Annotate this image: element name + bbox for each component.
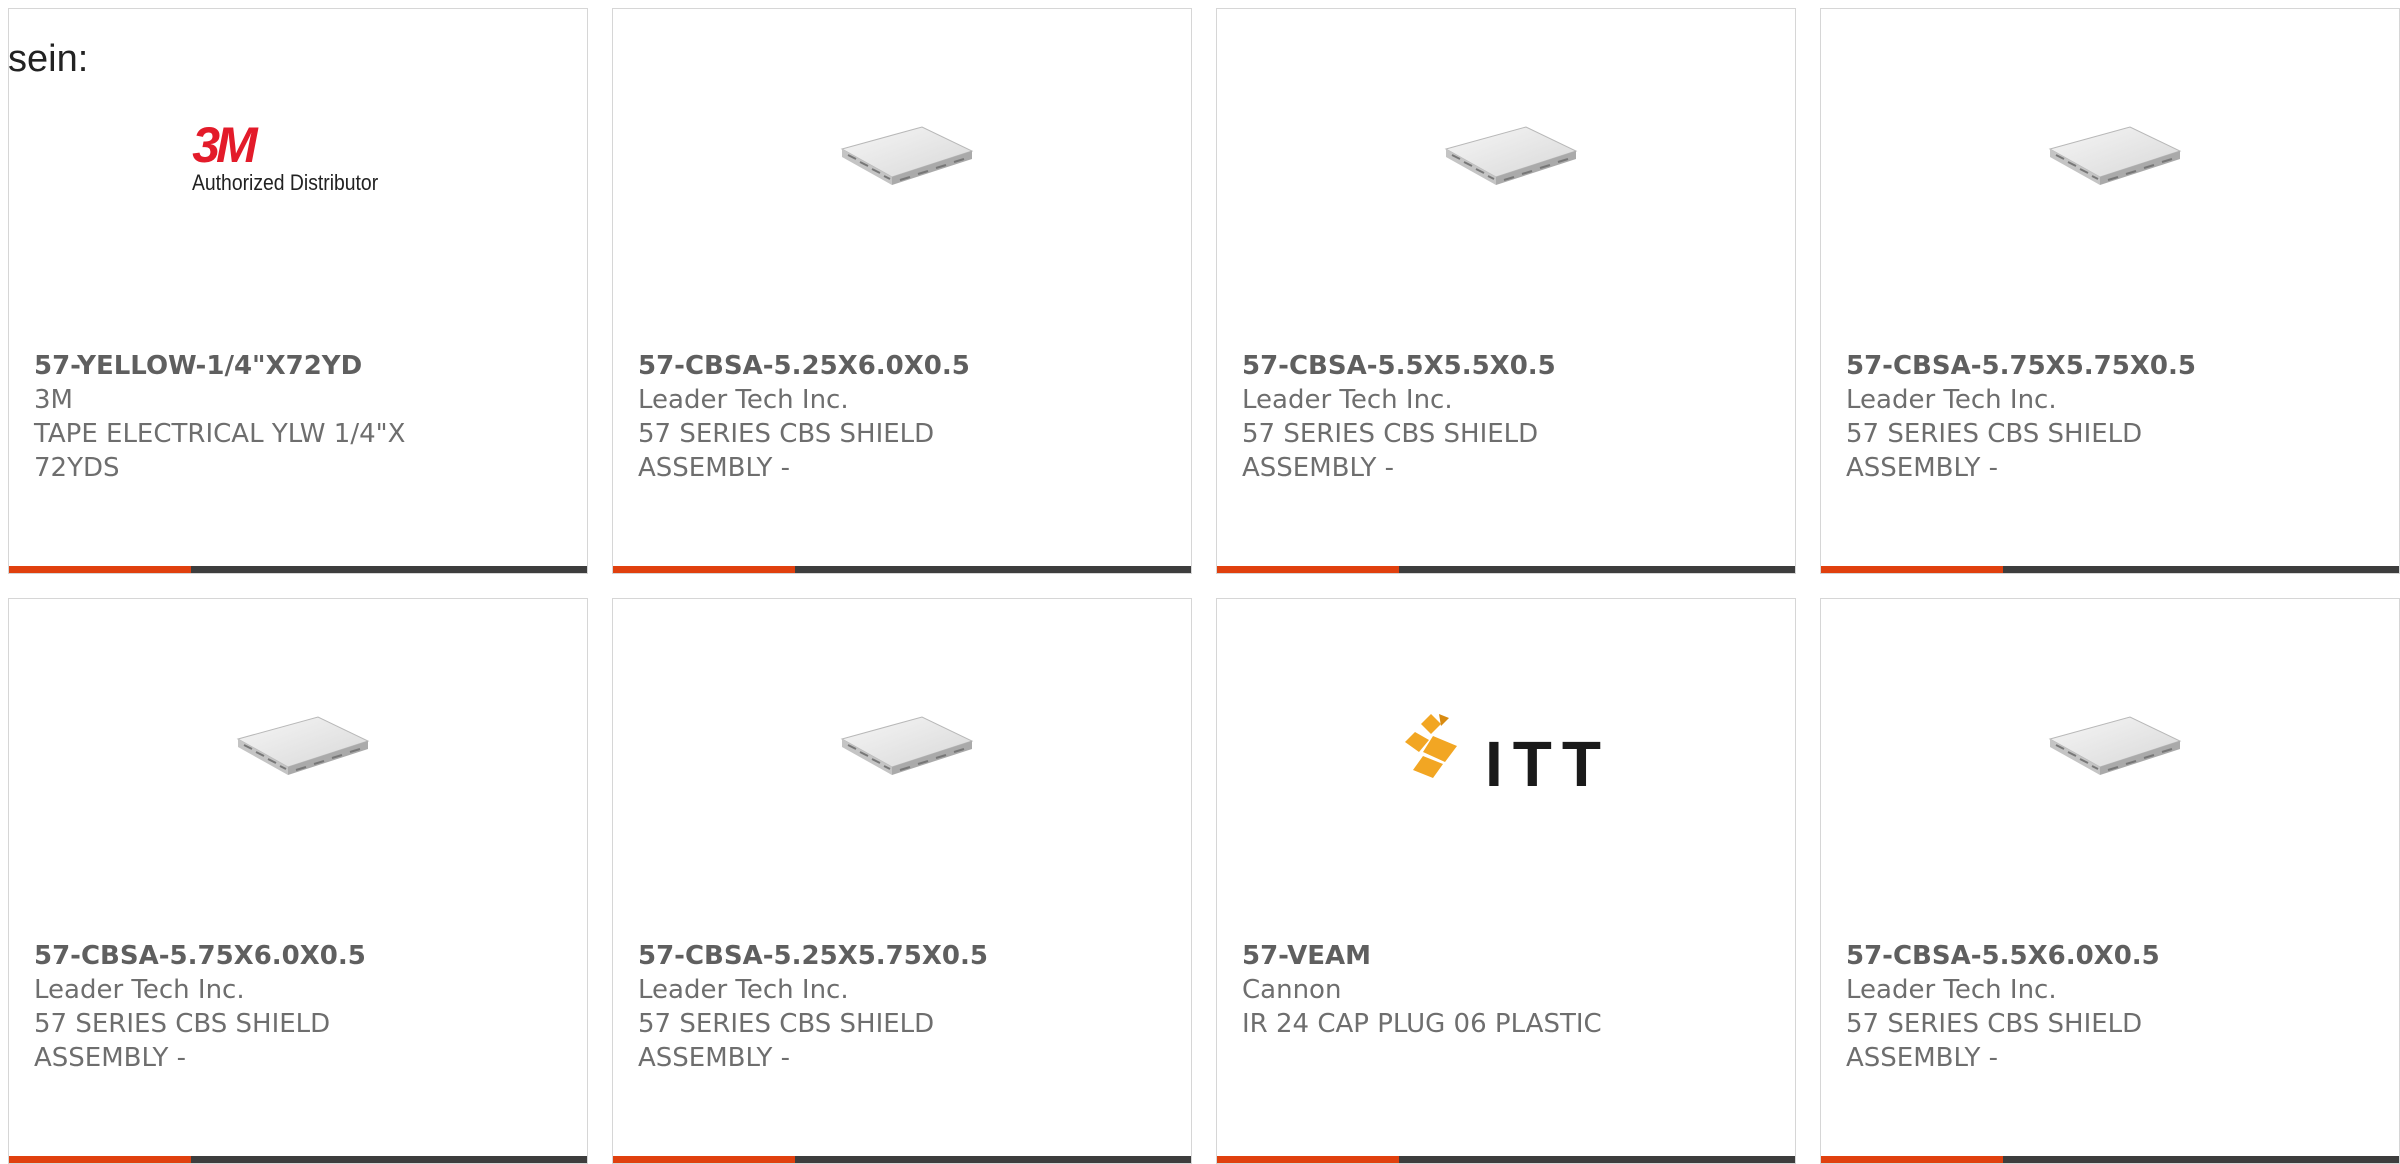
product-info: 57-CBSA-5.25X6.0X0.5 Leader Tech Inc. 57… [638,349,1058,485]
card-bar-accent [613,1156,795,1163]
part-number[interactable]: 57-CBSA-5.25X5.75X0.5 [638,939,1058,973]
product-card[interactable]: 57-CBSA-5.75X6.0X0.5 Leader Tech Inc. 57… [8,598,588,1164]
description: 57 SERIES CBS SHIELD ASSEMBLY - [638,419,935,483]
part-number[interactable]: 57-CBSA-5.25X6.0X0.5 [638,349,1058,383]
part-number[interactable]: 57-CBSA-5.5X6.0X0.5 [1846,939,2266,973]
product-card[interactable]: 57-CBSA-5.25X6.0X0.5 Leader Tech Inc. 57… [612,8,1192,574]
manufacturer: Leader Tech Inc. [1846,385,2057,415]
shield-icon [840,716,974,775]
shield-icon [236,716,370,775]
product-info: 57-CBSA-5.75X5.75X0.5 Leader Tech Inc. 5… [1846,349,2266,485]
card-bottom-bar [613,566,1191,573]
product-grid: 3M Authorized Distributor 57-YELLOW-1/4"… [8,8,2400,1164]
part-number[interactable]: 57-CBSA-5.75X5.75X0.5 [1846,349,2266,383]
product-info: 57-CBSA-5.75X6.0X0.5 Leader Tech Inc. 57… [34,939,454,1075]
product-card[interactable]: 57-CBSA-5.25X5.75X0.5 Leader Tech Inc. 5… [612,598,1192,1164]
product-card[interactable]: ITT 57-VEAM Cannon IR 24 CAP PLUG 06 PLA… [1216,598,1796,1164]
product-info: 57-YELLOW-1/4"X72YD 3M TAPE ELECTRICAL Y… [34,349,454,485]
manufacturer: Leader Tech Inc. [1242,385,1453,415]
product-card[interactable]: 3M Authorized Distributor 57-YELLOW-1/4"… [8,8,588,574]
itt-logo: ITT [1217,669,1795,829]
shield-product-photo [613,669,1191,829]
description: 57 SERIES CBS SHIELD ASSEMBLY - [34,1009,331,1073]
shield-icon [1444,126,1578,185]
description: 57 SERIES CBS SHIELD ASSEMBLY - [1242,419,1539,483]
manufacturer: Leader Tech Inc. [638,975,849,1005]
3m-logo: 3M Authorized Distributor [9,79,587,239]
description: 57 SERIES CBS SHIELD ASSEMBLY - [1846,419,2143,483]
card-bottom-bar [1217,566,1795,573]
card-bar-accent [1217,566,1399,573]
product-info: 57-VEAM Cannon IR 24 CAP PLUG 06 PLASTIC [1242,939,1662,1041]
card-bar-accent [9,1156,191,1163]
card-bottom-bar [9,1156,587,1163]
card-bar-accent [1217,1156,1399,1163]
card-bar-accent [1821,1156,2003,1163]
manufacturer: 3M [34,385,73,415]
card-bar-accent [9,566,191,573]
shield-product-photo [613,79,1191,239]
product-info: 57-CBSA-5.25X5.75X0.5 Leader Tech Inc. 5… [638,939,1058,1075]
shield-product-photo [1217,79,1795,239]
itt-logo-wordmark: ITT [1485,728,1611,800]
3m-logo-tagline: Authorized Distributor [192,170,379,195]
shield-product-photo [9,669,587,829]
description: IR 24 CAP PLUG 06 PLASTIC [1242,1009,1602,1039]
card-bottom-bar [613,1156,1191,1163]
part-number[interactable]: 57-CBSA-5.5X5.5X0.5 [1242,349,1662,383]
shield-product-photo [1821,669,2399,829]
part-number[interactable]: 57-YELLOW-1/4"X72YD [34,349,454,383]
card-bar-accent [1821,566,2003,573]
description: 57 SERIES CBS SHIELD ASSEMBLY - [1846,1009,2143,1073]
card-bottom-bar [9,566,587,573]
shield-product-photo [1821,79,2399,239]
itt-logo-icon [1405,714,1458,778]
shield-icon [2048,716,2182,775]
product-card[interactable]: 57-CBSA-5.5X6.0X0.5 Leader Tech Inc. 57 … [1820,598,2400,1164]
manufacturer: Leader Tech Inc. [34,975,245,1005]
part-number[interactable]: 57-VEAM [1242,939,1662,973]
card-bottom-bar [1821,566,2399,573]
manufacturer: Leader Tech Inc. [1846,975,2057,1005]
manufacturer: Cannon [1242,975,1342,1005]
description: TAPE ELECTRICAL YLW 1/4"X 72YDS [34,419,406,483]
page-heading: sein: [8,38,89,80]
product-card[interactable]: 57-CBSA-5.5X5.5X0.5 Leader Tech Inc. 57 … [1216,8,1796,574]
3m-logo-mark: 3M [192,117,257,173]
product-info: 57-CBSA-5.5X5.5X0.5 Leader Tech Inc. 57 … [1242,349,1662,485]
shield-icon [2048,126,2182,185]
product-card[interactable]: 57-CBSA-5.75X5.75X0.5 Leader Tech Inc. 5… [1820,8,2400,574]
description: 57 SERIES CBS SHIELD ASSEMBLY - [638,1009,935,1073]
manufacturer: Leader Tech Inc. [638,385,849,415]
part-number[interactable]: 57-CBSA-5.75X6.0X0.5 [34,939,454,973]
product-info: 57-CBSA-5.5X6.0X0.5 Leader Tech Inc. 57 … [1846,939,2266,1075]
card-bottom-bar [1821,1156,2399,1163]
card-bottom-bar [1217,1156,1795,1163]
card-bar-accent [613,566,795,573]
shield-icon [840,126,974,185]
